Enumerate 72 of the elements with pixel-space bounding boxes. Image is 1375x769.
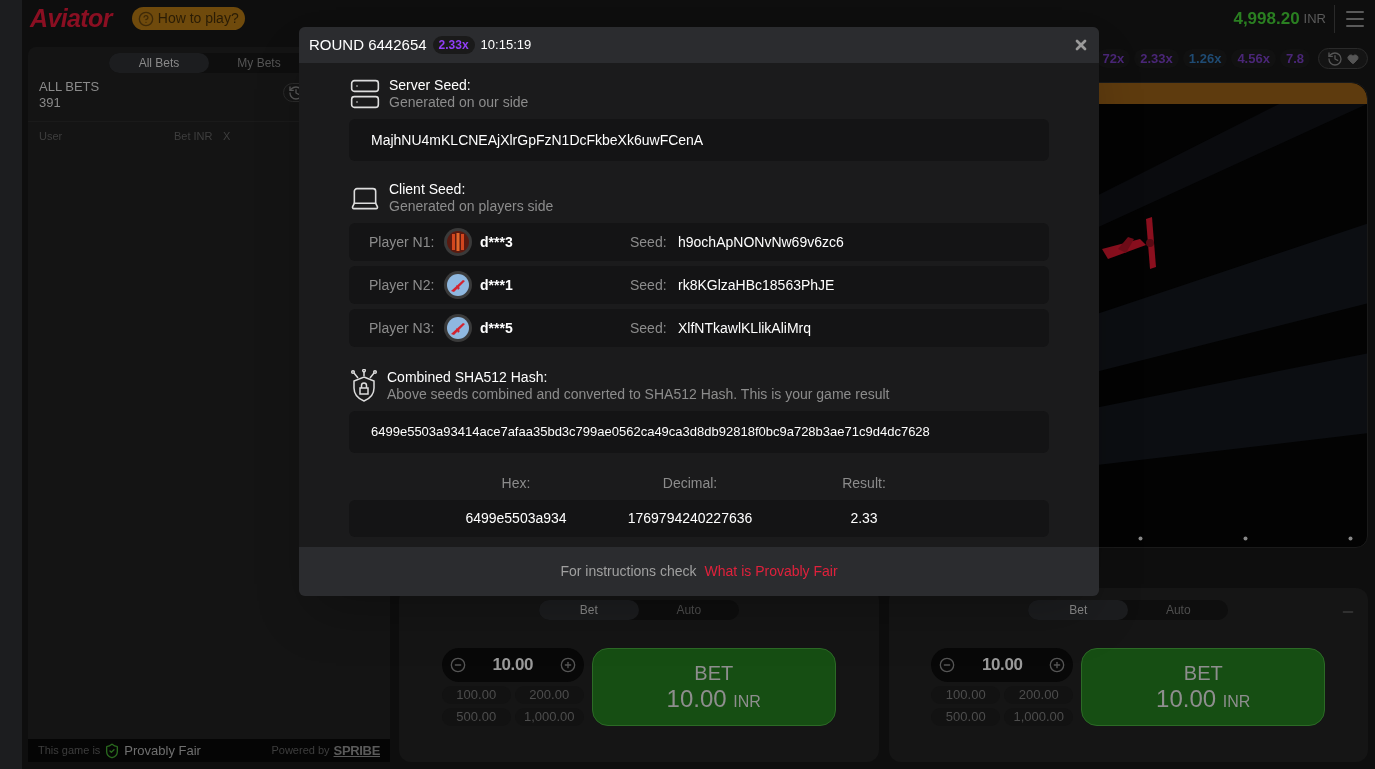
bet-button[interactable]: BET 10.00 INR: [1081, 648, 1326, 726]
section-title: Client Seed:: [389, 181, 467, 198]
quick-amount-button[interactable]: 200.00: [514, 686, 584, 704]
bet-mode-tab[interactable]: Bet: [538, 600, 639, 620]
player-seed: h9ochApNONvNw69v6zc6: [678, 232, 844, 252]
heart-icon: [1347, 52, 1359, 65]
instructions-text: For instructions check: [560, 562, 697, 581]
result-label: Hex:: [500, 474, 532, 493]
provably-fair-link[interactable]: What is Provably Fair: [704, 561, 838, 582]
balance: 4,998.20: [1233, 7, 1300, 30]
result-value: 6499e5503a934: [464, 509, 568, 528]
bet-button[interactable]: BET 10.00 INR: [591, 648, 836, 726]
bet-mode-tab[interactable]: Auto: [1128, 600, 1229, 620]
help-icon: [137, 10, 154, 27]
round-time: 10:15:19: [480, 36, 532, 55]
quick-amount-button[interactable]: 500.00: [931, 708, 1001, 726]
quick-amount-button[interactable]: 500.00: [441, 708, 511, 726]
quick-amount-button[interactable]: 200.00: [1004, 686, 1074, 704]
server-seed-value: MajhNU4mKLCNEAjXlrGpFzN1DcFkbeXk6uwFCenA: [349, 119, 1049, 161]
close-icon[interactable]: [1073, 37, 1089, 53]
section-title: Server Seed:: [389, 77, 472, 94]
avatar-icon: [444, 228, 472, 256]
seed-label: Seed:: [630, 275, 668, 295]
quick-amount-button[interactable]: 100.00: [441, 686, 511, 704]
player-name: d***3: [480, 232, 514, 252]
how-to-play-button[interactable]: How to play?: [131, 7, 245, 30]
section-subtitle: Above seeds combined and converted to SHA512 Hash. This is your game result: [387, 386, 890, 403]
bet-mode-tab[interactable]: Bet: [1028, 600, 1129, 620]
bet-amount[interactable]: 10.00: [982, 652, 1023, 678]
dialog-title: ROUND 6442654: [309, 34, 427, 55]
bet-amount[interactable]: 10.00: [492, 652, 533, 678]
result-label: Result:: [841, 474, 887, 493]
player-seed: XlfNTkawlKLlikAliMrq: [678, 318, 812, 338]
currency: INR: [1303, 9, 1326, 28]
result-value: 1769794240227636: [626, 509, 754, 528]
shield-lock-icon: [349, 369, 379, 403]
increase-icon[interactable]: [1049, 657, 1066, 673]
player-seed: rk8KGlzaHBc18563PhJE: [678, 275, 835, 295]
server-icon: [349, 78, 381, 110]
shield-check-icon: [104, 742, 121, 759]
player-name: d***5: [480, 318, 514, 338]
seed-label: Seed:: [630, 232, 668, 252]
seed-label: Seed:: [630, 318, 668, 338]
quick-amount-button[interactable]: 1,000.00: [514, 708, 584, 726]
result-label: Decimal:: [661, 474, 719, 493]
decrease-icon[interactable]: [449, 657, 466, 673]
bets-tab[interactable]: My Bets: [209, 53, 309, 73]
history-icon: [1327, 50, 1343, 67]
player-label: Player N2:: [369, 275, 436, 295]
increase-icon[interactable]: [559, 657, 576, 673]
multiplier-badge: 2.33x: [432, 36, 475, 54]
bets-count: 391: [39, 95, 62, 111]
player-label: Player N3:: [369, 318, 436, 338]
history-dropdown-button[interactable]: [1318, 48, 1368, 69]
all-bets-title: ALL BETS: [39, 79, 100, 95]
decrease-icon[interactable]: [939, 657, 956, 673]
section-title: Combined SHA512 Hash:: [387, 369, 549, 386]
brand-logo: SPRIBE: [333, 741, 380, 760]
quick-amount-button[interactable]: 1,000.00: [1004, 708, 1074, 726]
player-name: d***1: [480, 275, 514, 295]
avatar-icon: [444, 271, 472, 299]
section-subtitle: Generated on our side: [389, 94, 529, 111]
avatar-icon: [444, 314, 472, 342]
bet-mode-tab[interactable]: Auto: [638, 600, 739, 620]
player-label: Player N1:: [369, 232, 436, 252]
provably-fair-label: Provably Fair: [124, 741, 201, 760]
logo: Aviator: [30, 2, 112, 34]
section-subtitle: Generated on players side: [389, 198, 554, 215]
hash-value: 6499e5503a93414ace7afaa35bd3c799ae0562ca49ca3d8db92818f0bc9a728b3ae71c9d4dc7628: [349, 411, 1049, 453]
quick-amount-button[interactable]: 100.00: [931, 686, 1001, 704]
bets-tab[interactable]: All Bets: [109, 53, 209, 73]
result-value: 2.33: [849, 509, 879, 528]
